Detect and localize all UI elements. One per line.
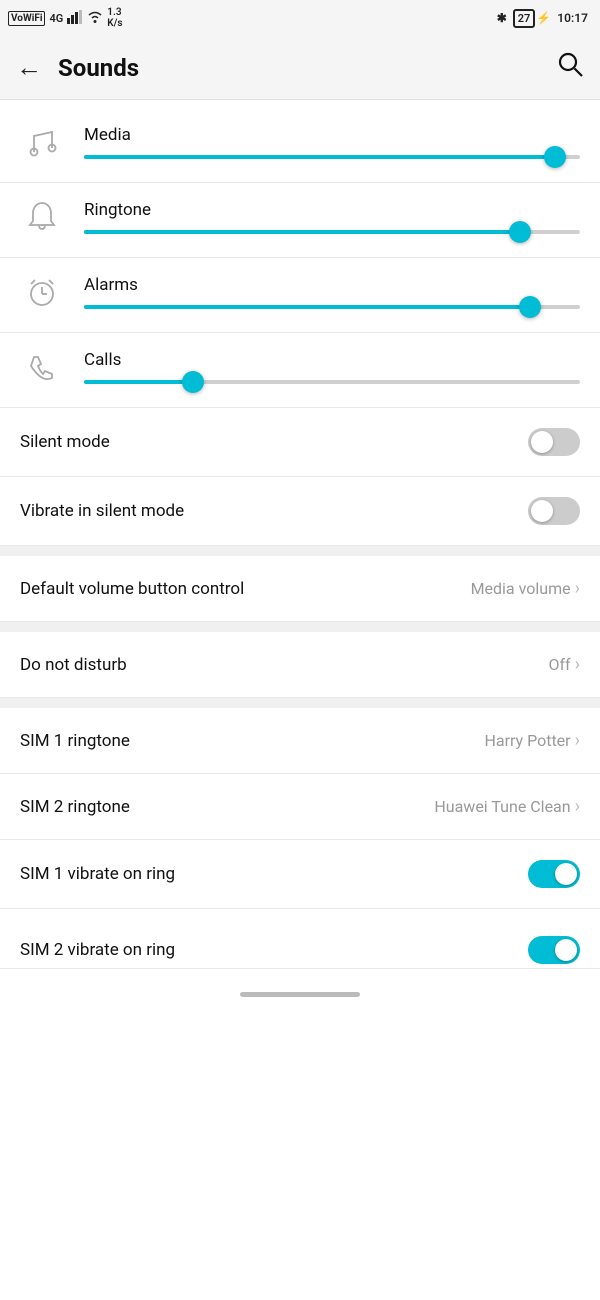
sim1-vibrate-toggle[interactable] [528,860,580,888]
status-right: ✱ 27 ⚡ 10:17 [497,9,588,28]
ringtone-slider-track[interactable] [84,230,580,234]
vibrate-silent-toggle[interactable] [528,497,580,525]
sim2-ringtone-row[interactable]: SIM 2 ringtone Huawei Tune Clean › [0,774,600,840]
calls-slider-track[interactable] [84,380,580,384]
sim1-ringtone-label: SIM 1 ringtone [20,731,130,751]
sim1-vibrate-row: SIM 1 vibrate on ring [0,840,600,909]
do-not-disturb-label: Do not disturb [20,655,127,675]
ringtone-volume-content: Ringtone [84,200,580,234]
sim2-ringtone-value: Huawei Tune Clean › [434,796,580,817]
sim1-ringtone-value: Harry Potter › [484,730,580,751]
bottom-bar [0,969,600,1019]
status-bar: VoWiFi 4G 1.3K/s ✱ 27 ⚡ 10:17 [0,0,600,36]
ringtone-slider-thumb [509,221,531,243]
phone-icon [20,345,64,389]
section-separator-2 [0,622,600,632]
silent-mode-knob [531,431,553,453]
vowifi-icon: VoWiFi [8,11,45,26]
charging-icon: ⚡ [536,11,551,25]
alarms-slider-fill [84,305,530,309]
volume-button-value: Media volume › [471,578,580,599]
time-display: 10:17 [557,11,588,25]
do-not-disturb-row[interactable]: Do not disturb Off › [0,632,600,698]
media-slider-track[interactable] [84,155,580,159]
signal-text: 4G [49,12,63,25]
sim2-vibrate-toggle[interactable] [528,936,580,964]
alarm-icon [20,270,64,314]
ringtone-label: Ringtone [84,200,580,220]
media-slider-fill [84,155,555,159]
do-not-disturb-chevron-icon: › [575,654,580,675]
sim2-vibrate-row: SIM 2 vibrate on ring [0,909,600,969]
wifi-icon [87,11,103,26]
media-volume-row: Media [0,108,600,182]
sim2-ringtone-label: SIM 2 ringtone [20,797,130,817]
ringtone-slider-fill [84,230,520,234]
sim1-vibrate-knob [555,863,577,885]
sim1-ringtone-chevron-icon: › [575,730,580,751]
sim1-ringtone-value-text: Harry Potter [484,731,570,750]
sim2-ringtone-chevron-icon: › [575,796,580,817]
do-not-disturb-value: Off › [548,654,580,675]
battery-indicator: 27 ⚡ [513,9,552,28]
alarms-slider-track[interactable] [84,305,580,309]
do-not-disturb-value-text: Off [548,655,570,674]
ringtone-volume-row: Ringtone [0,183,600,257]
volume-section: Media Ringtone [0,100,600,407]
calls-slider-thumb [182,371,204,393]
calls-volume-row: Calls [0,333,600,407]
sim2-vibrate-knob [555,939,577,961]
sim1-ringtone-row[interactable]: SIM 1 ringtone Harry Potter › [0,708,600,774]
search-button[interactable] [556,50,584,85]
vibrate-silent-label: Vibrate in silent mode [20,501,184,521]
section-separator-1 [0,546,600,556]
media-slider-thumb [544,146,566,168]
bell-icon [20,195,64,239]
silent-mode-label: Silent mode [20,432,110,452]
status-left: VoWiFi 4G 1.3K/s [8,7,123,29]
silent-mode-row: Silent mode [0,408,600,477]
music-icon [20,120,64,164]
bottom-pill [240,992,360,997]
signal-bars [67,10,83,27]
volume-button-value-text: Media volume [471,579,571,598]
sim1-vibrate-label: SIM 1 vibrate on ring [20,864,175,884]
back-button[interactable]: ← [16,52,42,83]
section-separator-3 [0,698,600,708]
bluetooth-icon: ✱ [497,11,507,25]
vibrate-silent-row: Vibrate in silent mode [0,477,600,546]
alarms-slider-thumb [519,296,541,318]
media-volume-content: Media [84,125,580,159]
battery-box: 27 [513,9,536,28]
sim2-vibrate-label: SIM 2 vibrate on ring [20,940,175,960]
volume-button-chevron-icon: › [575,578,580,599]
alarms-volume-content: Alarms [84,275,580,309]
speed-text: 1.3K/s [107,7,122,29]
page-title: Sounds [58,54,556,82]
alarms-label: Alarms [84,275,580,295]
calls-label: Calls [84,350,580,370]
silent-mode-toggle[interactable] [528,428,580,456]
alarms-volume-row: Alarms [0,258,600,332]
sim2-ringtone-value-text: Huawei Tune Clean [434,797,570,816]
toggle-section: Silent mode Vibrate in silent mode [0,408,600,546]
calls-volume-content: Calls [84,350,580,384]
volume-button-label: Default volume button control [20,579,244,599]
volume-button-control-row[interactable]: Default volume button control Media volu… [0,556,600,622]
media-label: Media [84,125,580,145]
app-header: ← Sounds [0,36,600,100]
calls-slider-fill [84,380,193,384]
vibrate-silent-knob [531,500,553,522]
